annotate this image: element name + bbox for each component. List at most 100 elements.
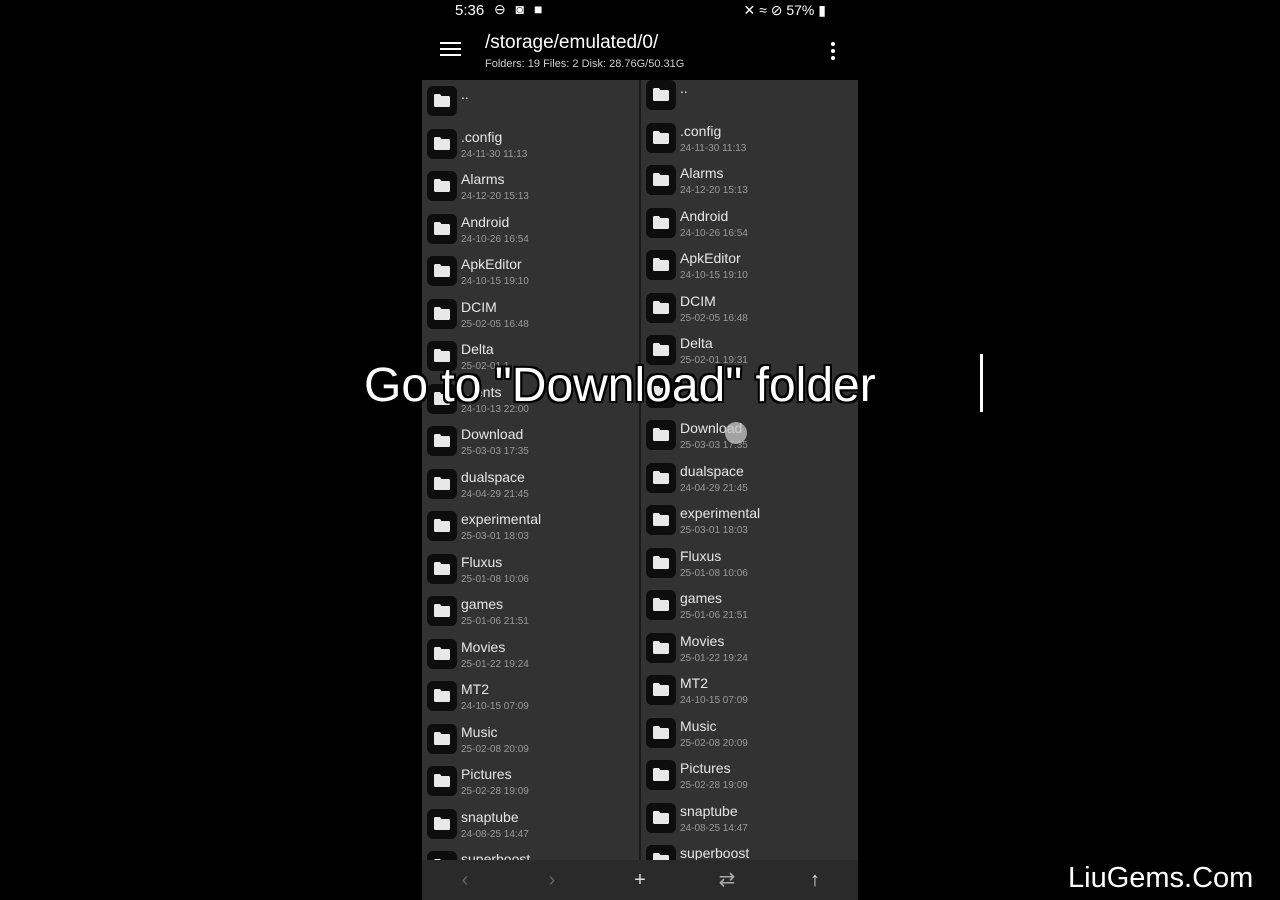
folder-row[interactable]: Music 25-02-08 20:09 — [422, 720, 639, 762]
swap-panes-button[interactable]: ⇄ — [712, 866, 742, 894]
folder-row[interactable]: dualspace 24-04-29 21:45 — [422, 465, 639, 507]
folder-row[interactable]: Fluxus 25-01-08 10:06 — [422, 550, 639, 592]
wifi-icon: ≈ — [759, 2, 767, 18]
folder-icon — [646, 590, 676, 620]
left-file-pane[interactable]: .. .config 24-11-30 11:13 Alarms 24-12-20 15… — [422, 80, 639, 860]
folder-row[interactable]: snaptube 24-08-25 14:47 — [641, 799, 858, 841]
folder-date: 24-04-29 21:45 — [680, 482, 748, 494]
dnd-icon: ⊘ — [770, 2, 783, 18]
battery-icon: ▮ — [818, 2, 826, 18]
folder-name: ApkEditor — [680, 250, 741, 266]
watermark: LiuGems.Com — [1068, 862, 1254, 894]
folder-date: 24-11-30 11:13 — [461, 148, 528, 160]
folder-row[interactable]: DCIM 25-02-05 16:48 — [422, 295, 639, 337]
folder-name: Delta — [680, 335, 713, 351]
folder-date: 24-12-20 15:13 — [461, 191, 529, 202]
folder-row[interactable]: experimental 25-03-01 18:03 — [422, 507, 639, 549]
status-time: 5:36 — [455, 2, 485, 19]
folder-row[interactable]: ApkEditor 24-10-15 19:10 — [641, 246, 858, 288]
folder-name: Alarms — [680, 165, 724, 181]
folder-icon — [646, 250, 676, 280]
app-bar: /storage/emulated/0/ Folders: 19 Files: … — [422, 26, 858, 80]
folder-icon — [646, 547, 676, 578]
folder-row[interactable]: DCIM 25-02-05 16:48 — [641, 289, 858, 331]
folder-row[interactable]: Alarms 24-12-20 15:13 — [641, 161, 858, 203]
folder-date: 25-01-08 10:06 — [461, 573, 529, 585]
current-path: /storage/emulated/0/ — [485, 32, 659, 53]
folder-row[interactable]: Download 25-03-03 17:35 — [422, 422, 639, 464]
folder-row[interactable]: .config 24-11-30 11:13 — [641, 119, 858, 161]
folder-name: Pictures — [461, 766, 512, 782]
folder-icon — [427, 553, 457, 584]
right-file-pane[interactable]: .. .config 24-11-30 11:13 Alarms 24-12-20 15… — [641, 80, 858, 860]
folder-row[interactable]: experimental 25-03-01 18:03 — [641, 501, 858, 543]
folder-name: .config — [461, 128, 503, 145]
folder-row[interactable]: Pictures 25-02-28 19:09 — [422, 762, 639, 804]
folder-icon — [646, 505, 676, 535]
folder-row[interactable]: Android 24-10-26 16:54 — [641, 204, 858, 246]
up-directory-button[interactable]: ↑ — [800, 866, 830, 894]
folder-row[interactable]: Android 24-10-26 16:54 — [422, 210, 639, 252]
folder-date: 25-02-05 16:48 — [461, 318, 529, 330]
folder-date: 24-10-26 16:54 — [680, 227, 748, 239]
folder-row[interactable]: games 25-01-06 21:51 — [422, 592, 639, 634]
folder-row[interactable]: .config 24-11-30 11:13 — [422, 125, 639, 167]
folder-row[interactable]: Movies 25-01-22 19:24 — [422, 635, 639, 677]
folder-name: Fluxus — [461, 553, 503, 570]
folder-icon — [427, 468, 457, 499]
folder-icon — [427, 213, 457, 244]
folder-name: Music — [680, 717, 717, 734]
storage-info: Folders: 19 Files: 2 Disk: 28.76G/50.31G — [485, 58, 685, 70]
status-bar: 5:36 ⊖ ◙ ■ ✕ ≈ ⊘ 57% ▮ — [422, 0, 858, 24]
folder-row[interactable]: superboost — [641, 841, 858, 860]
folder-date: 24-10-26 16:54 — [461, 233, 529, 245]
folder-row[interactable]: games 25-01-06 21:51 — [641, 586, 858, 628]
folder-name: .. — [680, 80, 688, 96]
folder-row[interactable]: Download 25-03-03 17:35 — [641, 416, 858, 458]
status-notification-icons: ⊖ ◙ ■ — [494, 1, 546, 17]
folder-date: 25-01-08 10:06 — [680, 567, 748, 579]
folder-row[interactable]: snaptube 24-08-25 14:47 — [422, 805, 639, 847]
folder-row[interactable]: .. — [641, 80, 858, 118]
folder-row[interactable]: superboost — [422, 847, 639, 860]
folder-date: 24-10-15 07:09 — [680, 695, 748, 706]
folder-row[interactable]: ApkEditor 24-10-15 19:10 — [422, 252, 639, 294]
folder-row[interactable]: MT2 24-10-15 07:09 — [422, 677, 639, 719]
folder-icon — [427, 511, 457, 541]
folder-name: MT2 — [461, 681, 489, 697]
folder-row[interactable]: MT2 24-10-15 07:09 — [641, 671, 858, 713]
folder-name: Fluxus — [680, 547, 722, 564]
folder-row[interactable]: Music 25-02-08 20:09 — [641, 714, 858, 756]
folder-name: experimental — [461, 511, 542, 527]
folder-name: Android — [680, 207, 729, 224]
folder-name: games — [461, 596, 504, 612]
folder-date: 24-11-30 11:13 — [680, 142, 747, 154]
folder-date: 25-01-22 19:24 — [461, 658, 529, 670]
status-right: ✕ ≈ ⊘ 57% ▮ — [744, 2, 826, 19]
back-button[interactable]: ‹ — [450, 866, 480, 894]
folder-row[interactable]: Movies 25-01-22 19:24 — [641, 629, 858, 671]
folder-name: .. — [461, 86, 469, 102]
folder-name: Movies — [680, 632, 725, 649]
folder-name: Alarms — [461, 171, 505, 187]
add-button[interactable]: + — [625, 866, 655, 894]
folder-icon — [427, 596, 457, 626]
phone-screen: 5:36 ⊖ ◙ ■ ✕ ≈ ⊘ 57% ▮ /storage/emulated… — [422, 0, 858, 900]
forward-button[interactable]: › — [537, 866, 567, 894]
folder-icon — [646, 760, 676, 790]
folder-name: dualspace — [680, 462, 744, 479]
more-vertical-icon[interactable] — [830, 41, 836, 61]
folder-row[interactable]: Pictures 25-02-28 19:09 — [641, 756, 858, 798]
folder-name: Movies — [461, 638, 506, 655]
folder-icon — [427, 723, 457, 754]
folder-date: 25-02-28 19:09 — [680, 780, 748, 791]
folder-row[interactable]: dualspace 24-04-29 21:45 — [641, 459, 858, 501]
folder-date: 25-02-28 19:09 — [461, 786, 529, 797]
folder-row[interactable]: Fluxus 25-01-08 10:06 — [641, 544, 858, 586]
folder-row[interactable]: Alarms 24-12-20 15:13 — [422, 167, 639, 209]
folder-row[interactable]: .. — [422, 82, 639, 124]
folder-icon — [427, 86, 457, 116]
hamburger-menu-icon[interactable] — [440, 40, 462, 58]
folder-name: MT2 — [680, 675, 708, 691]
touch-indicator — [725, 422, 747, 444]
